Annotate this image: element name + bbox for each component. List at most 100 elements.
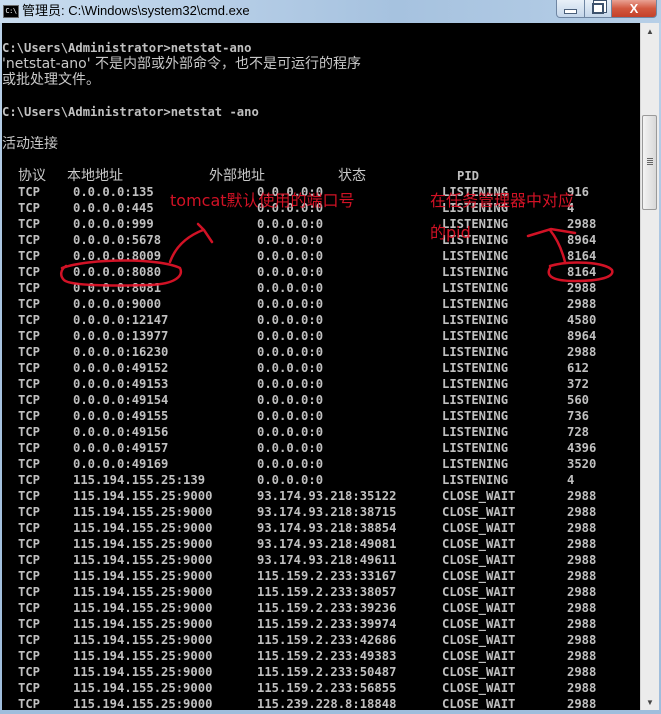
cell-proto: TCP: [18, 585, 41, 599]
cell-state: LISTENING: [442, 249, 509, 263]
cell-foreign: 93.174.93.218:49081: [257, 537, 397, 551]
cell-proto: TCP: [18, 281, 41, 295]
cell-local: 115.194.155.25:9000: [73, 505, 213, 519]
console-line: C:\Users\Administrator>netstat -ano: [2, 105, 259, 119]
cell-local: 115.194.155.25:9000: [73, 489, 213, 503]
cell-proto: TCP: [18, 185, 41, 199]
cell-foreign: 93.174.93.218:49611: [257, 553, 397, 567]
cell-pid: 2988: [567, 281, 597, 295]
connection-row: TCP 115.194.155.25:9000 115.159.2.233:3316…: [2, 568, 640, 584]
cell-state: LISTENING: [442, 265, 509, 279]
cell-pid: 2988: [567, 681, 597, 695]
connection-row: TCP 115.194.155.25:9000 115.159.2.233:5048…: [2, 664, 640, 680]
cell-pid: 2988: [567, 553, 597, 567]
scroll-down-button[interactable]: ▼: [641, 694, 659, 710]
connection-row: TCP 0.0.0.0:49153 0.0.0.0:0 LISTENING 372: [2, 376, 640, 392]
scroll-thumb[interactable]: [642, 115, 657, 210]
cell-proto: TCP: [18, 521, 41, 535]
title-bar[interactable]: C:\ 管理员: C:\Windows\system32\cmd.exe X: [0, 0, 661, 23]
restore-button[interactable]: [585, 0, 612, 18]
cell-proto: TCP: [18, 313, 41, 327]
header-pid: PID: [457, 169, 480, 183]
connection-row: TCP 0.0.0.0:13977 0.0.0.0:0 LISTENING 8964: [2, 328, 640, 344]
cell-pid: 3520: [567, 457, 597, 471]
cell-state: CLOSE_WAIT: [442, 569, 516, 583]
cell-pid: 2988: [567, 697, 597, 710]
cell-proto: TCP: [18, 537, 41, 551]
scroll-up-button[interactable]: ▲: [641, 23, 659, 39]
connection-row: TCP 0.0.0.0:49154 0.0.0.0:0 LISTENING 560: [2, 392, 640, 408]
connection-row: TCP 115.194.155.25:9000 115.159.2.233:4938…: [2, 648, 640, 664]
connection-row: TCP 115.194.155.25:9000 93.174.93.218:3512…: [2, 488, 640, 504]
cmd-icon: C:\: [3, 5, 19, 18]
console-line: 'netstat-ano' 不是内部或外部命令，也不是可运行的程序: [2, 56, 362, 72]
connection-row: TCP 0.0.0.0:8080 0.0.0.0:0 LISTENING 8164: [2, 264, 640, 280]
cell-local: 115.194.155.25:9000: [73, 617, 213, 631]
connection-row: TCP 115.194.155.25:9000 115.159.2.233:3923…: [2, 600, 640, 616]
cell-state: CLOSE_WAIT: [442, 665, 516, 679]
vertical-scrollbar[interactable]: ▲ ▼: [640, 23, 659, 710]
connection-row: TCP 115.194.155.25:9000 93.174.93.218:4961…: [2, 552, 640, 568]
cell-proto: TCP: [18, 425, 41, 439]
cell-proto: TCP: [18, 377, 41, 391]
cell-state: CLOSE_WAIT: [442, 633, 516, 647]
cell-foreign: 0.0.0.0:0: [257, 329, 324, 343]
cell-pid: 736: [567, 409, 590, 423]
grip-icon: [647, 158, 653, 166]
cell-local: 0.0.0.0:49155: [73, 409, 169, 423]
cell-foreign: 0.0.0.0:0: [257, 361, 324, 375]
cell-foreign: 0.0.0.0:0: [257, 217, 324, 231]
cell-state: CLOSE_WAIT: [442, 617, 516, 631]
connection-row: TCP 115.194.155.25:9000 115.159.2.233:5685…: [2, 680, 640, 696]
console-line: 或批处理文件。: [2, 72, 100, 88]
cell-pid: 2988: [567, 649, 597, 663]
cell-proto: TCP: [18, 697, 41, 710]
console-output[interactable]: C:\Users\Administrator>netstat-ano'netst…: [2, 23, 640, 710]
cell-foreign: 0.0.0.0:0: [257, 457, 324, 471]
cell-local: 0.0.0.0:49156: [73, 425, 169, 439]
cell-foreign: 0.0.0.0:0: [257, 233, 324, 247]
cell-pid: 8164: [567, 265, 597, 279]
cell-proto: TCP: [18, 265, 41, 279]
cell-proto: TCP: [18, 393, 41, 407]
cell-local: 0.0.0.0:8081: [73, 281, 162, 295]
cell-local: 0.0.0.0:8080: [73, 265, 162, 279]
caption-buttons: X: [556, 0, 657, 18]
cell-local: 0.0.0.0:16230: [73, 345, 169, 359]
cell-pid: 2988: [567, 633, 597, 647]
close-icon: X: [629, 1, 639, 16]
header-local-address: 本地地址: [67, 168, 123, 184]
cell-proto: TCP: [18, 249, 41, 263]
cell-foreign: 115.239.228.8:18848: [257, 697, 397, 710]
cell-pid: 2988: [567, 537, 597, 551]
cell-pid: 2988: [567, 585, 597, 599]
cell-local: 0.0.0.0:49154: [73, 393, 169, 407]
cell-foreign: 0.0.0.0:0: [257, 281, 324, 295]
close-button[interactable]: X: [612, 0, 657, 18]
cell-foreign: 115.159.2.233:39974: [257, 617, 397, 631]
connection-row: TCP 0.0.0.0:49152 0.0.0.0:0 LISTENING 612: [2, 360, 640, 376]
connection-row: TCP 0.0.0.0:16230 0.0.0.0:0 LISTENING 2988: [2, 344, 640, 360]
cell-proto: TCP: [18, 649, 41, 663]
cell-foreign: 93.174.93.218:38715: [257, 505, 397, 519]
cell-local: 0.0.0.0:8009: [73, 249, 162, 263]
cell-local: 115.194.155.25:9000: [73, 633, 213, 647]
cell-pid: 2988: [567, 665, 597, 679]
cell-state: LISTENING: [442, 313, 509, 327]
cell-foreign: 115.159.2.233:39236: [257, 601, 397, 615]
cell-local: 0.0.0.0:49152: [73, 361, 169, 375]
cell-state: CLOSE_WAIT: [442, 601, 516, 615]
cell-foreign: 0.0.0.0:0: [257, 265, 324, 279]
cell-local: 0.0.0.0:49153: [73, 377, 169, 391]
cell-foreign: 115.159.2.233:56855: [257, 681, 397, 695]
cell-proto: TCP: [18, 553, 41, 567]
cell-state: LISTENING: [442, 297, 509, 311]
cell-pid: 560: [567, 393, 590, 407]
cell-foreign: 0.0.0.0:0: [257, 313, 324, 327]
cell-local: 115.194.155.25:9000: [73, 601, 213, 615]
cell-pid: 2988: [567, 489, 597, 503]
minimize-button[interactable]: [556, 0, 585, 18]
cell-proto: TCP: [18, 617, 41, 631]
cell-state: LISTENING: [442, 473, 509, 487]
cell-local: 0.0.0.0:9000: [73, 297, 162, 311]
